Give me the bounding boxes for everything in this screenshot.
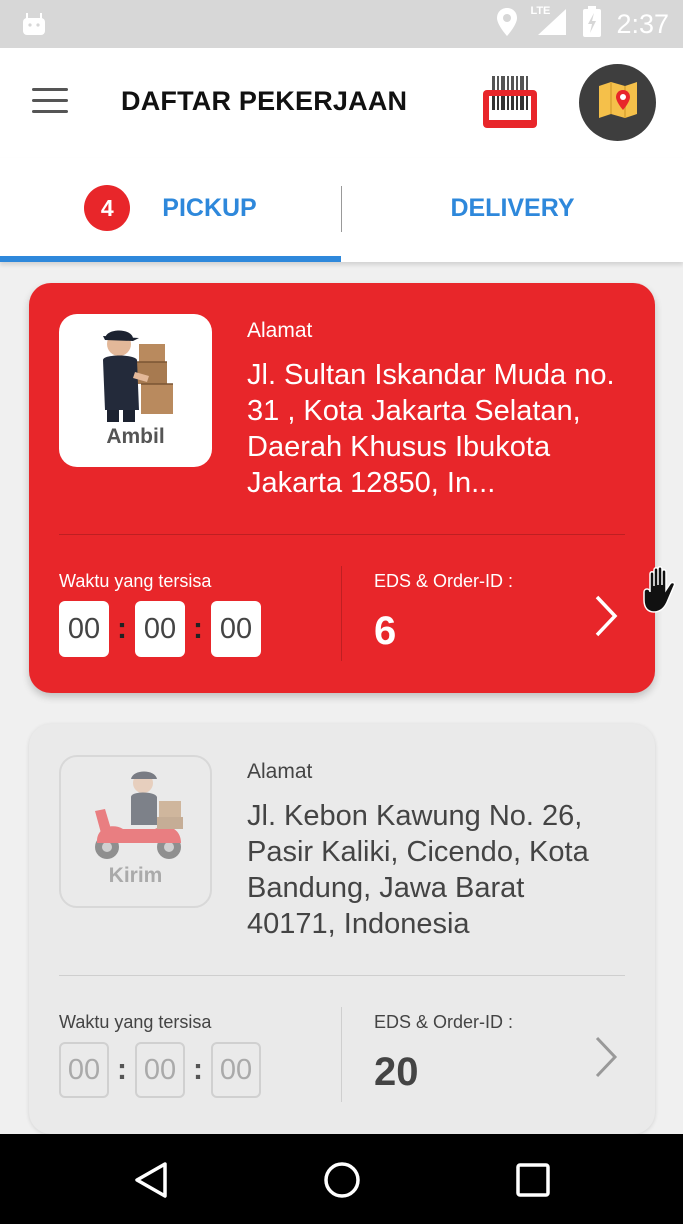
location-icon [496, 7, 518, 42]
timer-colon: : [193, 612, 203, 645]
time-remaining-label: Waktu yang tersisa [59, 1012, 212, 1032]
tab-delivery[interactable]: DELIVERY [342, 158, 683, 258]
active-tab-indicator [0, 256, 341, 262]
status-time: 2:37 [616, 8, 669, 39]
lte-signal-icon: LTE [530, 4, 568, 42]
map-pin-icon [597, 80, 639, 125]
order-id-value: 6 [374, 609, 397, 653]
map-button[interactable] [579, 64, 656, 141]
job-type-label: Ambil [106, 425, 165, 448]
order-id-label: EDS & Order-ID : [374, 571, 514, 591]
card-vertical-divider [341, 1007, 342, 1102]
courier-pickup-illustration [103, 330, 173, 422]
pickup-count-badge: 4 [84, 185, 131, 231]
timer-seconds: 00 [211, 601, 261, 657]
address-text: Jl. Sultan Iskandar Muda no. 31 , Kota J… [247, 359, 615, 499]
home-icon[interactable] [312, 1152, 372, 1208]
countdown-timer: 00 : 00 : 00 [59, 1042, 261, 1098]
tab-delivery-label: DELIVERY [450, 193, 575, 222]
timer-minutes: 00 [135, 1042, 185, 1098]
battery-charging-icon [582, 5, 602, 43]
recents-icon[interactable] [503, 1152, 563, 1208]
courier-delivery-illustration [95, 771, 183, 859]
hamburger-menu-icon[interactable] [32, 86, 70, 116]
chevron-right-icon[interactable] [589, 591, 623, 641]
app-bar: DAFTAR PEKERJAAN [0, 48, 683, 158]
order-id-value: 20 [374, 1050, 419, 1094]
hand-cursor-icon [640, 566, 683, 621]
card-divider [59, 534, 625, 535]
timer-minutes: 00 [135, 601, 185, 657]
card-vertical-divider [341, 566, 342, 661]
timer-seconds: 00 [211, 1042, 261, 1098]
barcode-scanner-icon[interactable] [478, 72, 542, 134]
chevron-right-icon[interactable] [589, 1032, 623, 1082]
timer-hours: 00 [59, 1042, 109, 1098]
system-nav-bar [0, 1134, 683, 1224]
timer-hours: 00 [59, 601, 109, 657]
order-id-label: EDS & Order-ID : [374, 1012, 514, 1032]
address-label: Alamat [247, 760, 313, 783]
network-type: LTE [530, 4, 551, 17]
address-text: Jl. Kebon Kawung No. 26, Pasir Kaliki, C… [247, 800, 589, 940]
tab-pickup-label: PICKUP [162, 193, 257, 222]
status-bar: LTE 2:37 [0, 0, 683, 48]
timer-colon: : [117, 1053, 127, 1086]
page-title: DAFTAR PEKERJAAN [121, 86, 408, 116]
tab-bar: 4 PICKUP DELIVERY [0, 158, 683, 262]
time-remaining-label: Waktu yang tersisa [59, 571, 212, 591]
back-icon[interactable] [121, 1152, 181, 1208]
job-type-thumbnail: Kirim [59, 755, 212, 908]
job-card[interactable]: Ambil Alamat Jl. Sultan Iskandar Muda no… [29, 283, 655, 693]
timer-colon: : [193, 1053, 203, 1086]
address-label: Alamat [247, 319, 313, 342]
android-icon [22, 12, 46, 41]
tab-pickup[interactable]: 4 PICKUP [0, 158, 341, 258]
timer-colon: : [117, 612, 127, 645]
countdown-timer: 00 : 00 : 00 [59, 601, 261, 657]
job-card[interactable]: Kirim Alamat Jl. Kebon Kawung No. 26, Pa… [29, 724, 655, 1134]
job-type-label: Kirim [108, 864, 163, 887]
job-type-thumbnail: Ambil [59, 314, 212, 467]
card-divider [59, 975, 625, 976]
